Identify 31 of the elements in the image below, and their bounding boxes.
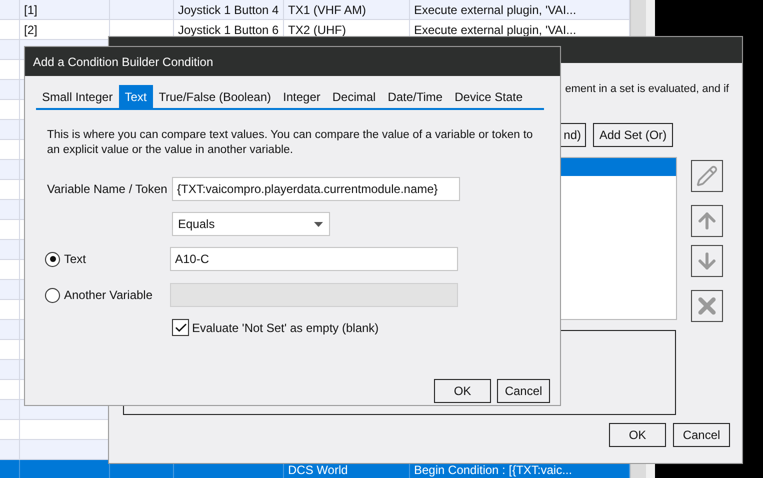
- add-set-button[interactable]: Add Set (Or): [593, 123, 673, 147]
- tab[interactable]: Small Integer: [36, 85, 119, 108]
- radio-button[interactable]: [45, 252, 60, 266]
- field-label: Variable Name / Token: [47, 182, 168, 196]
- cancel-button[interactable]: Cancel: [673, 423, 730, 447]
- tab[interactable]: Integer: [277, 85, 326, 108]
- radio-label: Text: [64, 252, 86, 266]
- ok-button[interactable]: OK: [609, 423, 666, 447]
- window-title: Add a Condition Builder Condition: [33, 54, 214, 68]
- cancel-button[interactable]: Cancel: [497, 379, 550, 403]
- move-up-button[interactable]: [691, 205, 723, 237]
- description-text: This is where you can compare text values. You can compare the value of a variable or token to an explicit value or the value in another variable.: [47, 128, 534, 158]
- tab[interactable]: Text: [118, 85, 153, 108]
- ok-button[interactable]: OK: [434, 379, 491, 403]
- tab[interactable]: Device State: [448, 85, 529, 108]
- description-text: ement in a set is evaluated, and if: [565, 83, 730, 95]
- checkbox[interactable]: [172, 319, 189, 336]
- edit-button[interactable]: [691, 160, 723, 192]
- tab[interactable]: True/False (Boolean): [152, 85, 277, 108]
- input-field[interactable]: A10-C: [170, 247, 458, 271]
- delete-button[interactable]: [691, 290, 723, 322]
- input-field[interactable]: {TXT:vaicompro.playerdata.currentmodule.name}: [172, 177, 460, 201]
- pencil-icon: [696, 165, 718, 187]
- radio-label: Another Variable: [64, 288, 152, 302]
- move-down-button[interactable]: [691, 245, 723, 277]
- checkbox-label: Evaluate 'Not Set' as empty (blank): [192, 320, 379, 334]
- tab[interactable]: Decimal: [326, 85, 382, 108]
- radio-button[interactable]: [45, 288, 60, 302]
- tab[interactable]: Date/Time: [382, 85, 449, 108]
- operator-dropdown[interactable]: Equals: [172, 212, 330, 236]
- check-icon: [174, 320, 188, 334]
